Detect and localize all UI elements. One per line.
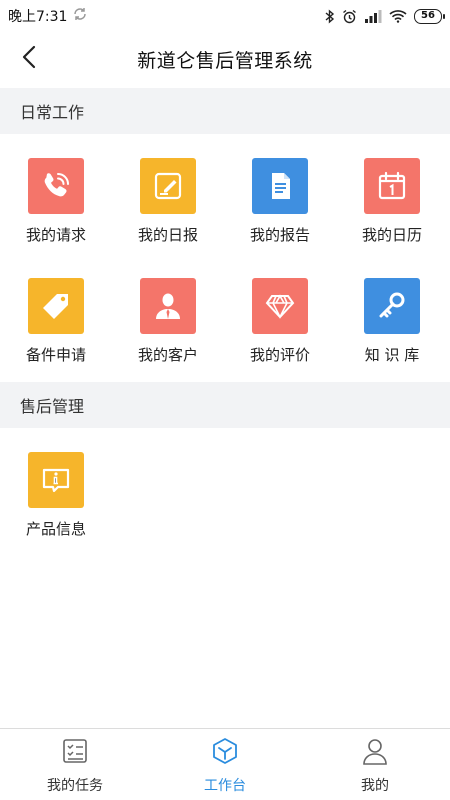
user-icon — [361, 737, 389, 769]
tab-label: 我的任务 — [47, 778, 103, 794]
calendar-icon — [364, 158, 420, 214]
tab-my-tasks[interactable]: 我的任务 — [0, 729, 150, 800]
wifi-icon — [389, 9, 407, 23]
grid-item-my-evaluations[interactable]: 我的评价 — [224, 262, 336, 372]
grid-item-spare-parts[interactable]: 备件申请 — [0, 262, 112, 372]
alarm-icon — [342, 9, 357, 24]
cube-icon — [211, 737, 239, 769]
grid-item-label: 备件申请 — [25, 346, 86, 364]
status-right: 56 — [325, 8, 445, 24]
status-left: 晚上7:31 — [8, 6, 87, 26]
grid-item-label: 我的日历 — [361, 226, 422, 244]
diamond-icon — [252, 278, 308, 334]
bottom-tab-bar: 我的任务 工作台 我的 — [0, 728, 450, 800]
phone-icon — [28, 158, 84, 214]
tab-me[interactable]: 我的 — [300, 729, 450, 800]
tag-icon — [28, 278, 84, 334]
grid-item-label: 我的请求 — [25, 226, 86, 244]
grid-item-label: 我的客户 — [137, 346, 198, 364]
grid-item-label: 我的日报 — [137, 226, 198, 244]
person-icon — [140, 278, 196, 334]
grid-item-label: 知 识 库 — [364, 346, 420, 364]
grid-item-label: 产品信息 — [25, 520, 86, 538]
key-icon — [364, 278, 420, 334]
bluetooth-icon — [325, 8, 335, 24]
battery-indicator: 56 — [414, 8, 445, 24]
nav-bar: 新道仑售后管理系统 — [0, 32, 450, 86]
page-title: 新道仑售后管理系统 — [137, 49, 313, 72]
task-list-icon — [61, 737, 89, 769]
tab-label: 我的 — [361, 778, 389, 794]
section-header-after-sales: 售后管理 — [0, 382, 450, 428]
document-icon — [252, 158, 308, 214]
grid-item-product-info[interactable]: 产品信息 — [0, 436, 112, 546]
sync-icon — [73, 7, 87, 25]
chevron-left-icon — [22, 45, 36, 73]
grid-item-my-calendar[interactable]: 我的日历 — [336, 142, 448, 252]
note-pencil-icon — [140, 158, 196, 214]
tab-label: 工作台 — [204, 778, 246, 794]
section-header-daily-work: 日常工作 — [0, 88, 450, 134]
grid-item-my-report[interactable]: 我的报告 — [224, 142, 336, 252]
back-button[interactable] — [12, 42, 46, 76]
grid-item-label: 我的报告 — [249, 226, 310, 244]
grid-item-my-requests[interactable]: 我的请求 — [0, 142, 112, 252]
grid-item-knowledge-base[interactable]: 知 识 库 — [336, 262, 448, 372]
grid-item-label: 我的评价 — [249, 346, 310, 364]
signal-icon — [364, 9, 382, 23]
status-bar: 晚上7:31 56 — [0, 0, 450, 32]
tab-workbench[interactable]: 工作台 — [150, 729, 300, 800]
grid-item-my-daily-report[interactable]: 我的日报 — [112, 142, 224, 252]
status-time: 晚上7:31 — [8, 9, 68, 25]
grid-item-my-customers[interactable]: 我的客户 — [112, 262, 224, 372]
info-chat-icon — [28, 452, 84, 508]
